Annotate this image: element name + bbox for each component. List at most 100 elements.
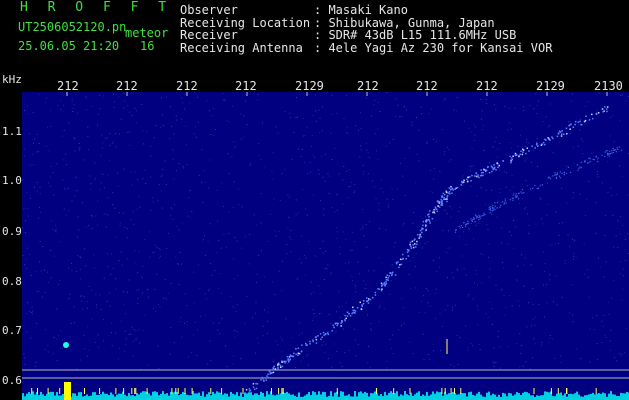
noise-speck xyxy=(532,357,534,359)
noise-speck xyxy=(324,180,326,182)
noise-speck xyxy=(47,282,49,284)
trace-point xyxy=(388,275,390,277)
noise-speck xyxy=(526,138,528,140)
noise-speck xyxy=(175,170,177,172)
trace-point xyxy=(536,144,538,146)
baseline-bar xyxy=(76,395,78,400)
baseline-bar xyxy=(424,395,426,400)
noise-speck xyxy=(530,264,532,266)
trace-point xyxy=(513,193,515,195)
noise-speck xyxy=(424,216,426,218)
baseline-bar xyxy=(32,391,34,400)
noise-speck xyxy=(355,125,357,127)
noise-speck xyxy=(250,163,252,165)
noise-speck xyxy=(167,292,169,294)
noise-speck xyxy=(177,264,179,266)
noise-speck xyxy=(225,246,227,248)
noise-speck xyxy=(572,321,574,323)
noise-speck xyxy=(83,296,85,298)
noise-speck xyxy=(523,264,525,266)
noise-speck xyxy=(256,273,258,275)
noise-speck xyxy=(159,249,161,251)
trace-point xyxy=(574,120,577,123)
noise-speck xyxy=(95,307,97,309)
noise-speck xyxy=(489,268,491,270)
trace-point xyxy=(450,186,452,188)
noise-speck xyxy=(346,126,348,128)
noise-speck xyxy=(448,161,450,163)
baseline-spike xyxy=(177,388,179,394)
noise-speck xyxy=(354,183,356,185)
trace-point xyxy=(252,386,255,388)
noise-speck xyxy=(63,208,65,210)
noise-speck xyxy=(336,112,338,114)
trace-point xyxy=(595,113,598,115)
noise-speck xyxy=(509,142,511,144)
noise-speck xyxy=(450,216,452,218)
baseline-bar xyxy=(234,394,236,400)
trace-point xyxy=(478,219,480,221)
noise-speck xyxy=(130,171,132,173)
noise-speck xyxy=(497,148,499,150)
trace-point xyxy=(385,276,387,279)
noise-speck xyxy=(587,276,589,278)
noise-speck xyxy=(147,289,149,290)
noise-speck xyxy=(403,307,404,309)
trace-point xyxy=(463,179,465,182)
baseline-bar xyxy=(374,391,376,400)
noise-speck xyxy=(351,181,352,183)
trace-point xyxy=(534,184,536,187)
noise-speck xyxy=(608,302,610,304)
baseline-bar xyxy=(120,393,122,400)
trace-point xyxy=(340,322,342,324)
noise-speck xyxy=(477,309,479,311)
noise-speck xyxy=(465,325,467,327)
trace-point xyxy=(534,147,536,149)
noise-speck xyxy=(142,266,144,267)
noise-speck xyxy=(336,194,338,195)
noise-speck xyxy=(118,260,120,262)
noise-speck xyxy=(81,300,83,302)
trace-point xyxy=(552,175,554,177)
baseline-bar xyxy=(186,394,188,400)
trace-point xyxy=(470,180,472,182)
trace-point xyxy=(344,319,346,322)
baseline-bar xyxy=(286,391,288,400)
noise-speck xyxy=(38,143,40,144)
noise-speck xyxy=(354,284,356,286)
noise-speck xyxy=(547,126,549,128)
baseline-bar xyxy=(380,394,382,400)
baseline-bar xyxy=(592,392,594,400)
noise-speck xyxy=(454,304,456,306)
baseline-bar xyxy=(512,395,514,400)
trace-point xyxy=(445,191,448,193)
noise-speck xyxy=(222,93,224,95)
noise-speck xyxy=(101,147,103,149)
noise-speck xyxy=(91,215,93,216)
info-antenna: Receiving Antenna: 4ele Yagi Az 230 for … xyxy=(180,40,553,55)
noise-speck xyxy=(160,190,162,192)
noise-speck xyxy=(285,318,287,320)
trace-point xyxy=(295,348,297,350)
noise-speck xyxy=(612,214,614,216)
noise-speck xyxy=(210,360,212,362)
noise-speck xyxy=(36,151,38,153)
noise-speck xyxy=(469,166,471,168)
noise-speck xyxy=(389,339,391,341)
baseline-bar xyxy=(152,391,154,400)
baseline-bar xyxy=(96,395,98,400)
trace-point xyxy=(422,220,425,223)
noise-speck xyxy=(154,288,156,290)
trace-point xyxy=(488,172,491,174)
noise-speck xyxy=(604,235,606,236)
noise-speck xyxy=(401,324,402,326)
noise-speck xyxy=(346,170,348,172)
noise-speck xyxy=(619,165,621,167)
noise-speck xyxy=(572,314,574,316)
noise-speck xyxy=(302,188,304,190)
noise-speck xyxy=(595,157,597,158)
noise-speck xyxy=(128,333,130,335)
noise-speck xyxy=(53,336,55,338)
trace-point xyxy=(602,111,604,113)
trace-point xyxy=(597,157,599,159)
